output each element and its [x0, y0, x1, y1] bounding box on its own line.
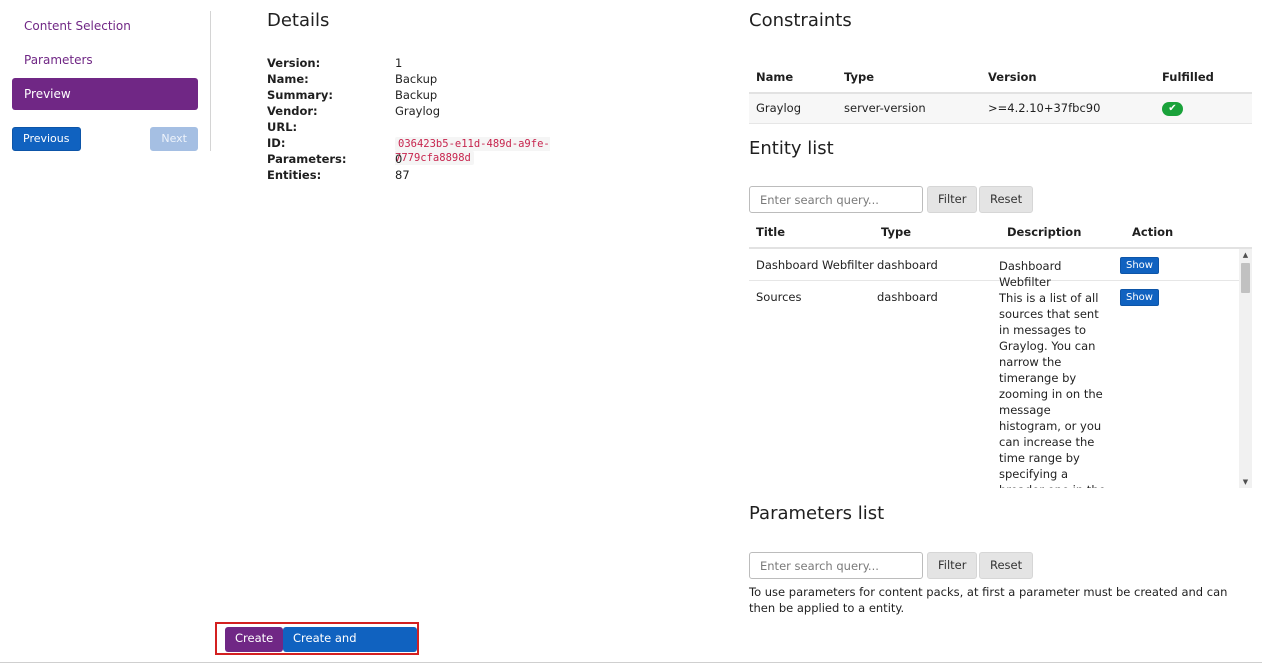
detail-label: Parameters:: [267, 152, 347, 166]
column-header: Name: [749, 62, 837, 94]
parameters-help-text: To use parameters for content packs, at …: [749, 585, 1228, 615]
detail-label: ID:: [267, 136, 286, 150]
wizard-buttons: Previous Next: [12, 127, 198, 151]
details-title: Details: [267, 10, 330, 31]
column-header: Version: [981, 62, 1155, 94]
entity-type: dashboard: [877, 258, 938, 272]
parameter-reset-button[interactable]: Reset: [979, 552, 1034, 579]
column-header: Action: [1132, 225, 1174, 239]
entity-title: Sources: [756, 290, 802, 304]
detail-vendor: Vendor: Graylog: [267, 104, 627, 120]
detail-value: 1: [395, 56, 403, 70]
previous-button[interactable]: Previous: [12, 127, 81, 151]
scroll-up-icon[interactable]: ▲: [1239, 249, 1252, 261]
detail-label: Entities:: [267, 168, 322, 182]
detail-label: Version:: [267, 56, 321, 70]
entity-scrollbar[interactable]: ▲ ▼: [1239, 249, 1252, 488]
nav-divider: [210, 11, 211, 151]
table-row: Dashboard Webfilter dashboard Dashboard …: [749, 249, 1239, 289]
detail-label: Vendor:: [267, 104, 318, 118]
table-row: Sources dashboard This is a list of all …: [749, 281, 1239, 488]
entity-list-title: Entity list: [749, 138, 834, 159]
detail-url: URL:: [267, 120, 627, 136]
detail-parameters: Parameters: 0: [267, 152, 627, 168]
entity-description: This is a list of all sources that sent …: [999, 291, 1106, 488]
step-preview[interactable]: Preview: [12, 78, 198, 110]
parameter-search-input[interactable]: [749, 552, 923, 579]
column-header: Fulfilled: [1155, 62, 1252, 94]
wizard-steps: Content Selection Parameters Preview: [12, 10, 198, 112]
step-content-selection[interactable]: Content Selection: [12, 10, 198, 42]
detail-label: Summary:: [267, 88, 333, 102]
create-button[interactable]: Create: [225, 627, 284, 652]
details-list: Version: 1 Name: Backup Summary: Backup …: [267, 56, 627, 184]
create-and-download-button[interactable]: Create and Download: [283, 627, 417, 665]
entity-filter-button[interactable]: Filter: [927, 186, 978, 213]
next-button[interactable]: Next: [150, 127, 198, 151]
constraints-title: Constraints: [749, 10, 852, 31]
detail-value: Backup: [395, 72, 438, 86]
detail-label: URL:: [267, 120, 298, 134]
detail-value: 87: [395, 168, 410, 182]
parameter-filter-button[interactable]: Filter: [927, 552, 978, 579]
detail-value: Graylog: [395, 104, 441, 118]
show-button[interactable]: Show: [1120, 289, 1159, 306]
column-header: Type: [837, 62, 981, 94]
constraint-name: Graylog: [749, 93, 837, 124]
column-header: Type: [881, 225, 912, 239]
create-actions-highlight: Create Create and Download: [215, 622, 419, 665]
entity-reset-button[interactable]: Reset: [979, 186, 1034, 213]
parameters-list-title: Parameters list: [749, 503, 885, 524]
detail-value: 0: [395, 152, 403, 166]
constraint-fulfilled: ✔: [1155, 93, 1252, 124]
detail-id: ID: 036423b5-e11d-489d-a9fe-7779cfa8898d: [267, 136, 627, 165]
detail-value: Backup: [395, 88, 438, 102]
check-icon: ✔: [1162, 102, 1183, 117]
table-row: Graylog server-version >=4.2.10+37fbc90 …: [749, 93, 1252, 124]
detail-summary: Summary: Backup: [267, 88, 627, 104]
bottom-divider: [0, 662, 1262, 663]
detail-entities: Entities: 87: [267, 168, 627, 184]
constraints-table: Name Type Version Fulfilled Graylog serv…: [749, 62, 1252, 124]
constraint-type: server-version: [837, 93, 981, 124]
entity-title: Dashboard Webfilter: [756, 258, 874, 272]
detail-label: Name:: [267, 72, 309, 86]
entity-table-body[interactable]: Dashboard Webfilter dashboard Dashboard …: [749, 249, 1239, 488]
scroll-thumb[interactable]: [1241, 263, 1250, 293]
step-parameters[interactable]: Parameters: [12, 44, 198, 76]
detail-version: Version: 1: [267, 56, 627, 72]
scroll-down-icon[interactable]: ▼: [1239, 476, 1252, 488]
constraint-version: >=4.2.10+37fbc90: [981, 93, 1155, 124]
column-header: Description: [1007, 225, 1082, 239]
entity-search-input[interactable]: [749, 186, 923, 213]
detail-name: Name: Backup: [267, 72, 627, 88]
show-button[interactable]: Show: [1120, 257, 1159, 274]
entity-table: Title Type Description Action Dashboard …: [749, 218, 1252, 488]
entity-type: dashboard: [877, 290, 938, 304]
entity-table-header: Title Type Description Action: [749, 218, 1252, 249]
column-header: Title: [756, 225, 786, 239]
